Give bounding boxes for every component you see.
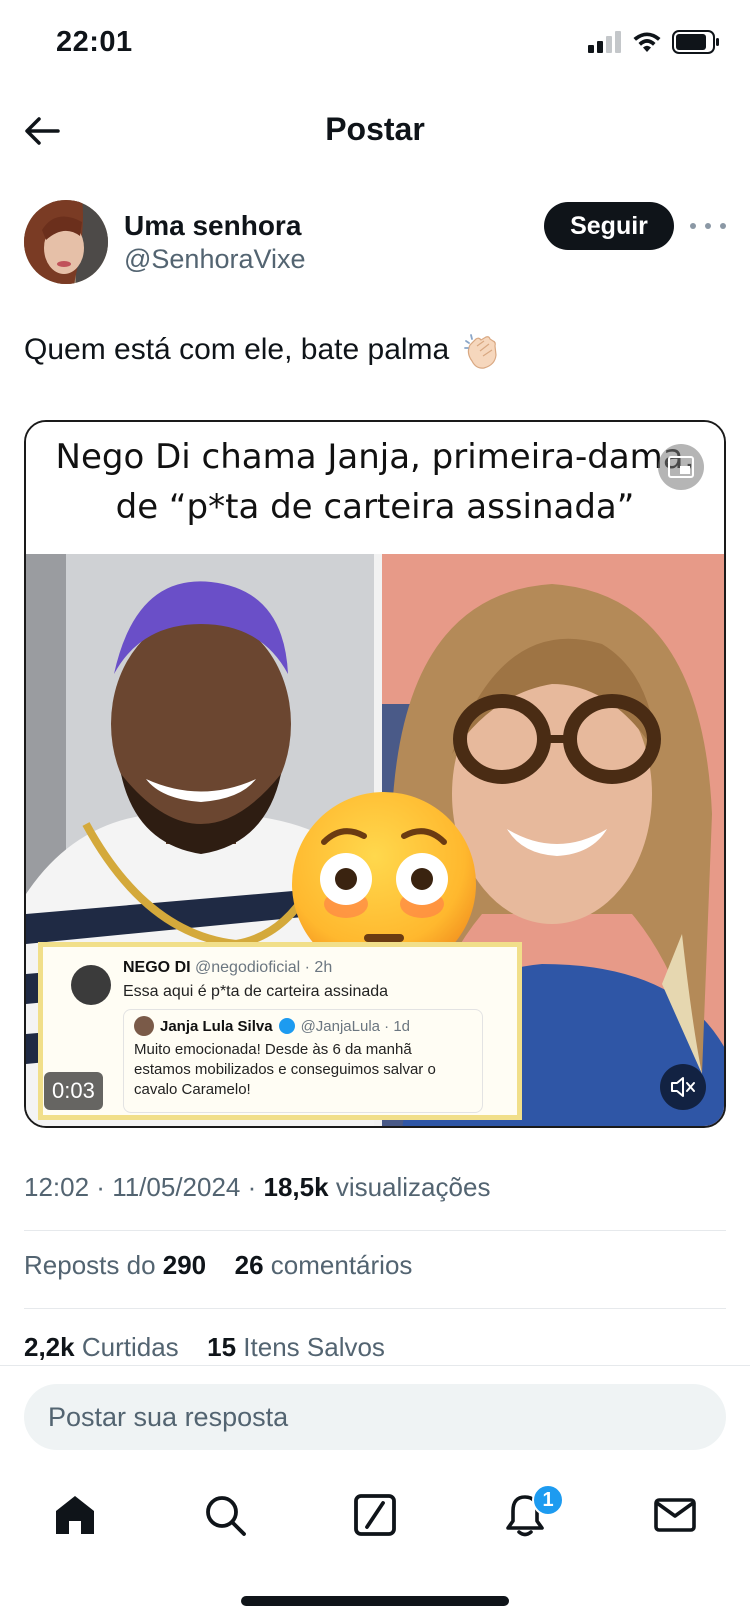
avatar-image <box>24 200 108 284</box>
saves-count: 15 <box>207 1332 237 1362</box>
reply-area <box>0 1365 750 1461</box>
likes-count: 2,2k <box>24 1332 75 1362</box>
quote-inner-avatar <box>134 1016 154 1036</box>
reposts-stat[interactable]: Reposts do 290 <box>24 1250 213 1280</box>
saves-label: Itens Salvos <box>243 1332 385 1362</box>
reply-input[interactable] <box>24 1384 726 1450</box>
post-meta: 12:02 · 11/05/2024 · 18,5k visualizações <box>24 1172 491 1202</box>
like-save-stats: 2,2k Curtidas 15 Itens Salvos <box>24 1332 385 1363</box>
status-bar: 22:01 <box>0 0 750 90</box>
reposts-count: 290 <box>162 1250 207 1280</box>
headline-line-2: de “p*ta de carteira assinada” <box>115 487 635 527</box>
headline-line-1: Nego Di chama Janja, primeira-dama, <box>55 437 695 477</box>
repost-comment-stats: Reposts do 290 26 comentários <box>24 1250 412 1281</box>
quote-inner-card: Janja Lula Silva @JanjaLula · 1d Muito e… <box>123 1009 483 1113</box>
more-options-icon[interactable] <box>690 212 726 240</box>
battery-icon <box>672 30 719 54</box>
tab-grok[interactable] <box>300 1470 450 1560</box>
video-headline: Nego Di chama Janja, primeira-dama, de “… <box>26 422 724 554</box>
speaker-muted-icon <box>671 1077 695 1097</box>
nav-header: Postar <box>0 95 750 165</box>
tab-home[interactable] <box>0 1470 150 1560</box>
quoted-tweet-image: NEGO DI @negodioficial · 2h Essa aqui é … <box>38 942 522 1120</box>
likes-label: Curtidas <box>81 1332 179 1362</box>
quote-author: NEGO DI @negodioficial · 2h <box>123 959 332 977</box>
mail-icon <box>654 1498 696 1532</box>
view-count: 18,5k <box>263 1172 329 1202</box>
likes-stat[interactable]: 2,2k Curtidas <box>24 1332 186 1362</box>
search-icon <box>206 1496 246 1536</box>
quote-inner-handle: @JanjaLula · 1d <box>300 1017 411 1035</box>
pip-icon <box>668 456 694 478</box>
post-text: Quem está com ele, bate palma <box>24 330 726 371</box>
saves-stat[interactable]: 15 Itens Salvos <box>207 1332 385 1362</box>
quote-avatar <box>71 965 111 1005</box>
signal-icon <box>588 31 621 53</box>
status-time: 22:01 <box>56 26 133 58</box>
quote-author-name: NEGO DI <box>123 959 191 976</box>
quote-text: Essa aqui é p*ta de carteira assinada <box>123 983 389 1000</box>
post-text-content: Quem está com ele, bate palma <box>24 333 450 366</box>
author-name[interactable]: Uma senhora <box>124 210 301 242</box>
comments-stat[interactable]: 26 comentários <box>235 1250 413 1280</box>
divider <box>24 1308 726 1309</box>
comments-label: comentários <box>270 1250 413 1280</box>
home-indicator <box>241 1596 509 1606</box>
tab-search[interactable] <box>150 1470 300 1560</box>
tab-bar: 1 <box>0 1470 750 1560</box>
picture-in-picture-button[interactable] <box>658 444 704 490</box>
view-label: visualizações <box>335 1172 491 1202</box>
status-icons <box>588 30 720 54</box>
tab-notifications[interactable]: 1 <box>450 1470 600 1560</box>
avatar[interactable] <box>24 200 108 284</box>
author-handle[interactable]: @SenhoraVixe <box>124 244 306 275</box>
follow-button[interactable]: Seguir <box>544 202 674 250</box>
quote-inner-text: Muito emocionada! Desde às 6 da manhã es… <box>134 1041 436 1098</box>
home-icon <box>56 1496 94 1534</box>
clapping-hands-icon <box>463 334 497 369</box>
mute-button[interactable] <box>660 1064 706 1110</box>
quote-inner-author: Janja Lula Silva <box>160 1017 273 1035</box>
video-player[interactable]: Nego Di chama Janja, primeira-dama, de “… <box>24 420 726 1128</box>
notification-badge: 1 <box>532 1484 564 1516</box>
quote-author-handle: @negodioficial · 2h <box>195 959 333 976</box>
reposts-label: Reposts do <box>24 1250 156 1280</box>
verified-icon <box>278 1018 295 1034</box>
post-header: Uma senhora @SenhoraVixe Seguir <box>24 200 726 286</box>
post-time: 12:02 <box>24 1172 90 1202</box>
page-title: Postar <box>325 111 425 147</box>
comments-count: 26 <box>234 1250 264 1280</box>
wifi-icon <box>633 32 661 52</box>
video-timestamp: 0:03 <box>44 1072 103 1110</box>
divider <box>24 1230 726 1231</box>
post-date: 11/05/2024 <box>112 1172 241 1202</box>
tab-messages[interactable] <box>600 1470 750 1560</box>
quote-inner-header: Janja Lula Silva @JanjaLula · 1d <box>134 1016 472 1036</box>
grok-icon <box>354 1494 396 1536</box>
